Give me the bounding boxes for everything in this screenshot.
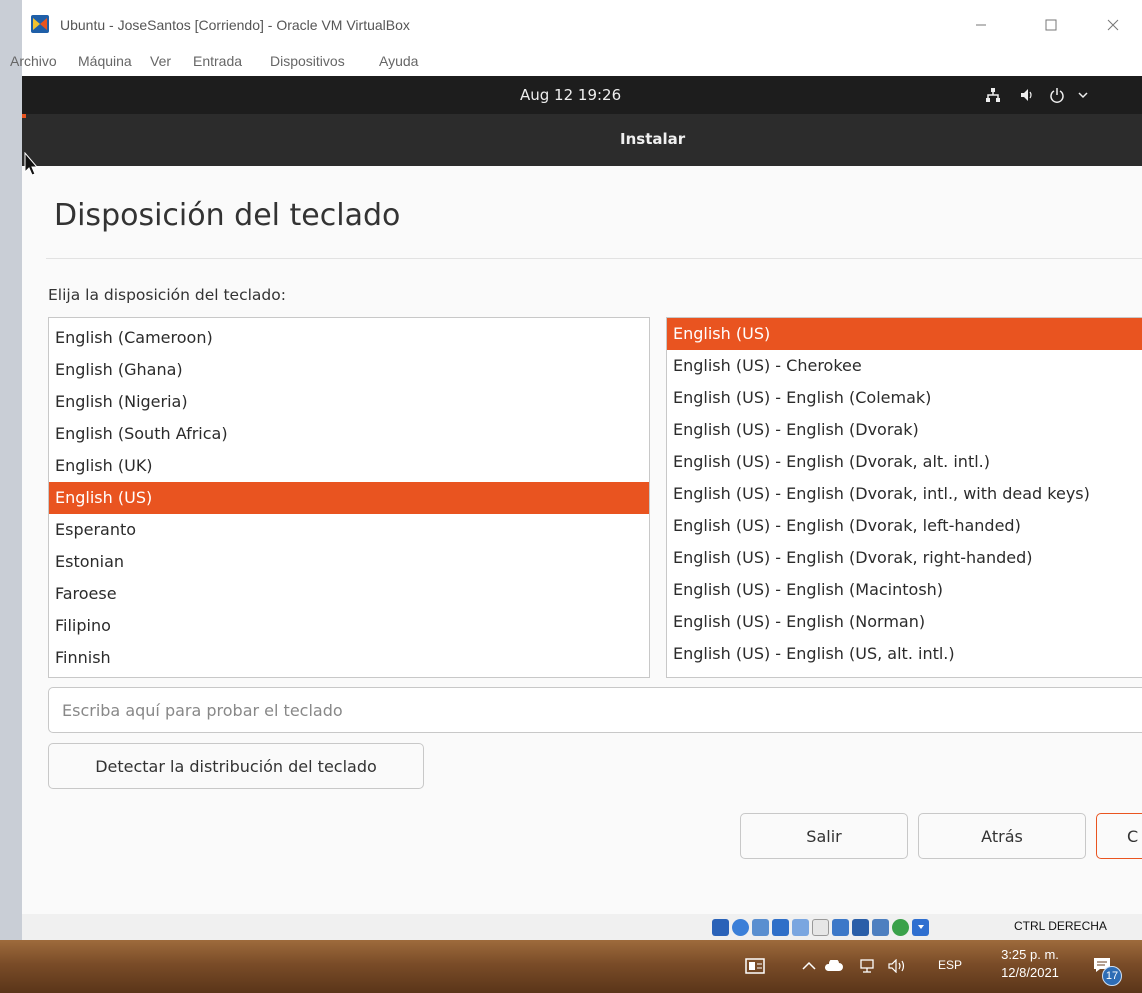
- network-adapter-icon[interactable]: [772, 918, 789, 936]
- minimize-icon: [976, 24, 986, 26]
- network-icon[interactable]: [982, 84, 1004, 106]
- layout-item[interactable]: Faroese: [49, 578, 649, 610]
- language-indicator[interactable]: ESP: [938, 958, 962, 972]
- variant-item[interactable]: English (US) - English (Dvorak, alt. int…: [667, 446, 1142, 478]
- variant-item[interactable]: English (US) - English (US, alt. intl.): [667, 638, 1142, 670]
- variant-item-selected[interactable]: English (US): [667, 318, 1142, 350]
- task-view-icon[interactable]: [742, 954, 768, 978]
- layout-list[interactable]: English (Cameroon) English (Ghana) Engli…: [48, 317, 650, 678]
- layout-item[interactable]: Finnish: [49, 642, 649, 674]
- host-key-label: CTRL DERECHA: [1014, 919, 1107, 933]
- keyboard-test-input[interactable]: [48, 687, 1142, 733]
- volume-icon[interactable]: [1016, 84, 1038, 106]
- layout-prompt: Elija la disposición del teclado:: [48, 286, 286, 304]
- maximize-icon: [1045, 19, 1057, 31]
- cloud-icon[interactable]: [822, 956, 844, 976]
- cpu-icon[interactable]: [872, 918, 889, 936]
- notification-count-badge: 17: [1102, 966, 1122, 986]
- layout-item[interactable]: Estonian: [49, 546, 649, 578]
- menu-entrada[interactable]: Entrada: [193, 53, 242, 69]
- menu-archivo[interactable]: Archivo: [10, 53, 57, 69]
- variant-item[interactable]: English (US) - English (Macintosh): [667, 574, 1142, 606]
- variant-item[interactable]: English (US) - English (Dvorak, left-han…: [667, 510, 1142, 542]
- taskbar-date: 12/8/2021: [1001, 965, 1059, 980]
- layout-item[interactable]: English (South Africa): [49, 418, 649, 450]
- back-button[interactable]: Atrás: [918, 813, 1086, 859]
- variant-list[interactable]: English (US) English (US) - Cherokee Eng…: [666, 317, 1142, 678]
- variant-item[interactable]: English (US) - English (Colemak): [667, 382, 1142, 414]
- maximize-button[interactable]: [1028, 10, 1074, 40]
- page-title: Disposición del teclado: [54, 198, 401, 233]
- variant-item[interactable]: English (US) - English (Dvorak, right-ha…: [667, 542, 1142, 574]
- layout-item-selected[interactable]: English (US): [49, 482, 649, 514]
- layout-item[interactable]: Filipino: [49, 610, 649, 642]
- virtualbox-window: Ubuntu - JoseSantos [Corriendo] - Oracle…: [10, 0, 1142, 940]
- chevron-down-icon[interactable]: [1072, 84, 1094, 106]
- taskbar-time: 3:25 p. m.: [1001, 947, 1059, 962]
- detect-layout-button[interactable]: Detectar la distribución del teclado: [48, 743, 424, 789]
- variant-item[interactable]: English (US) - Cherokee: [667, 350, 1142, 382]
- hard-disk-icon[interactable]: [712, 918, 729, 936]
- continue-button[interactable]: C: [1096, 813, 1142, 859]
- audio-icon[interactable]: [752, 918, 769, 936]
- desktop-background: [0, 0, 22, 993]
- installer-header: Instalar: [22, 114, 1142, 166]
- virtualbox-logo-icon: [31, 15, 49, 33]
- installer-title: Instalar: [620, 130, 686, 148]
- vbox-status-bar: CTRL DERECHA: [22, 914, 1142, 940]
- menu-ayuda[interactable]: Ayuda: [379, 53, 418, 69]
- top-bar-clock[interactable]: Aug 12 19:26: [520, 86, 621, 104]
- variant-item[interactable]: English (US) - English (Dvorak): [667, 414, 1142, 446]
- variant-item[interactable]: English (US) - English (Norman): [667, 606, 1142, 638]
- divider: [46, 258, 1142, 259]
- layout-item[interactable]: English (Cameroon): [49, 322, 649, 354]
- minimize-button[interactable]: [958, 10, 1004, 40]
- menu-ver[interactable]: Ver: [150, 53, 171, 69]
- speaker-icon[interactable]: [886, 956, 910, 976]
- guest-additions-icon[interactable]: [892, 918, 909, 936]
- chevron-up-icon[interactable]: [800, 956, 818, 976]
- close-icon: [1107, 19, 1119, 31]
- layout-item[interactable]: Esperanto: [49, 514, 649, 546]
- menu-maquina[interactable]: Máquina: [78, 53, 132, 69]
- network-status-icon[interactable]: [858, 956, 880, 976]
- windows-taskbar: ESP 3:25 p. m. 12/8/2021 17: [0, 940, 1142, 993]
- shared-folders-icon[interactable]: [812, 918, 829, 936]
- display-icon[interactable]: [832, 918, 849, 936]
- window-titlebar: Ubuntu - JoseSantos [Corriendo] - Oracle…: [22, 8, 1142, 46]
- layout-item[interactable]: English (Nigeria): [49, 386, 649, 418]
- power-icon[interactable]: [1046, 84, 1068, 106]
- quit-button[interactable]: Salir: [740, 813, 908, 859]
- menu-dispositivos[interactable]: Dispositivos: [270, 53, 345, 69]
- accent-marker: [22, 114, 26, 118]
- menu-bar: Archivo Máquina Ver Entrada Dispositivos…: [10, 46, 1142, 76]
- taskbar-clock[interactable]: 3:25 p. m. 12/8/2021: [988, 946, 1072, 982]
- variant-item[interactable]: English (US) - English (Dvorak, intl., w…: [667, 478, 1142, 510]
- mouse-cursor-icon: [24, 152, 39, 176]
- device-status-icons: [712, 918, 929, 936]
- recording-icon[interactable]: [852, 918, 869, 936]
- layout-item[interactable]: English (UK): [49, 450, 649, 482]
- optical-drive-icon[interactable]: [732, 918, 749, 936]
- guest-screen: Aug 12 19:26 Instalar Disposición del te…: [22, 76, 1142, 914]
- layout-item[interactable]: English (Ghana): [49, 354, 649, 386]
- ubuntu-top-bar: Aug 12 19:26: [22, 76, 1142, 114]
- mouse-integration-icon[interactable]: [912, 918, 929, 936]
- close-button[interactable]: [1090, 10, 1136, 40]
- usb-icon[interactable]: [792, 918, 809, 936]
- window-title: Ubuntu - JoseSantos [Corriendo] - Oracle…: [60, 17, 410, 33]
